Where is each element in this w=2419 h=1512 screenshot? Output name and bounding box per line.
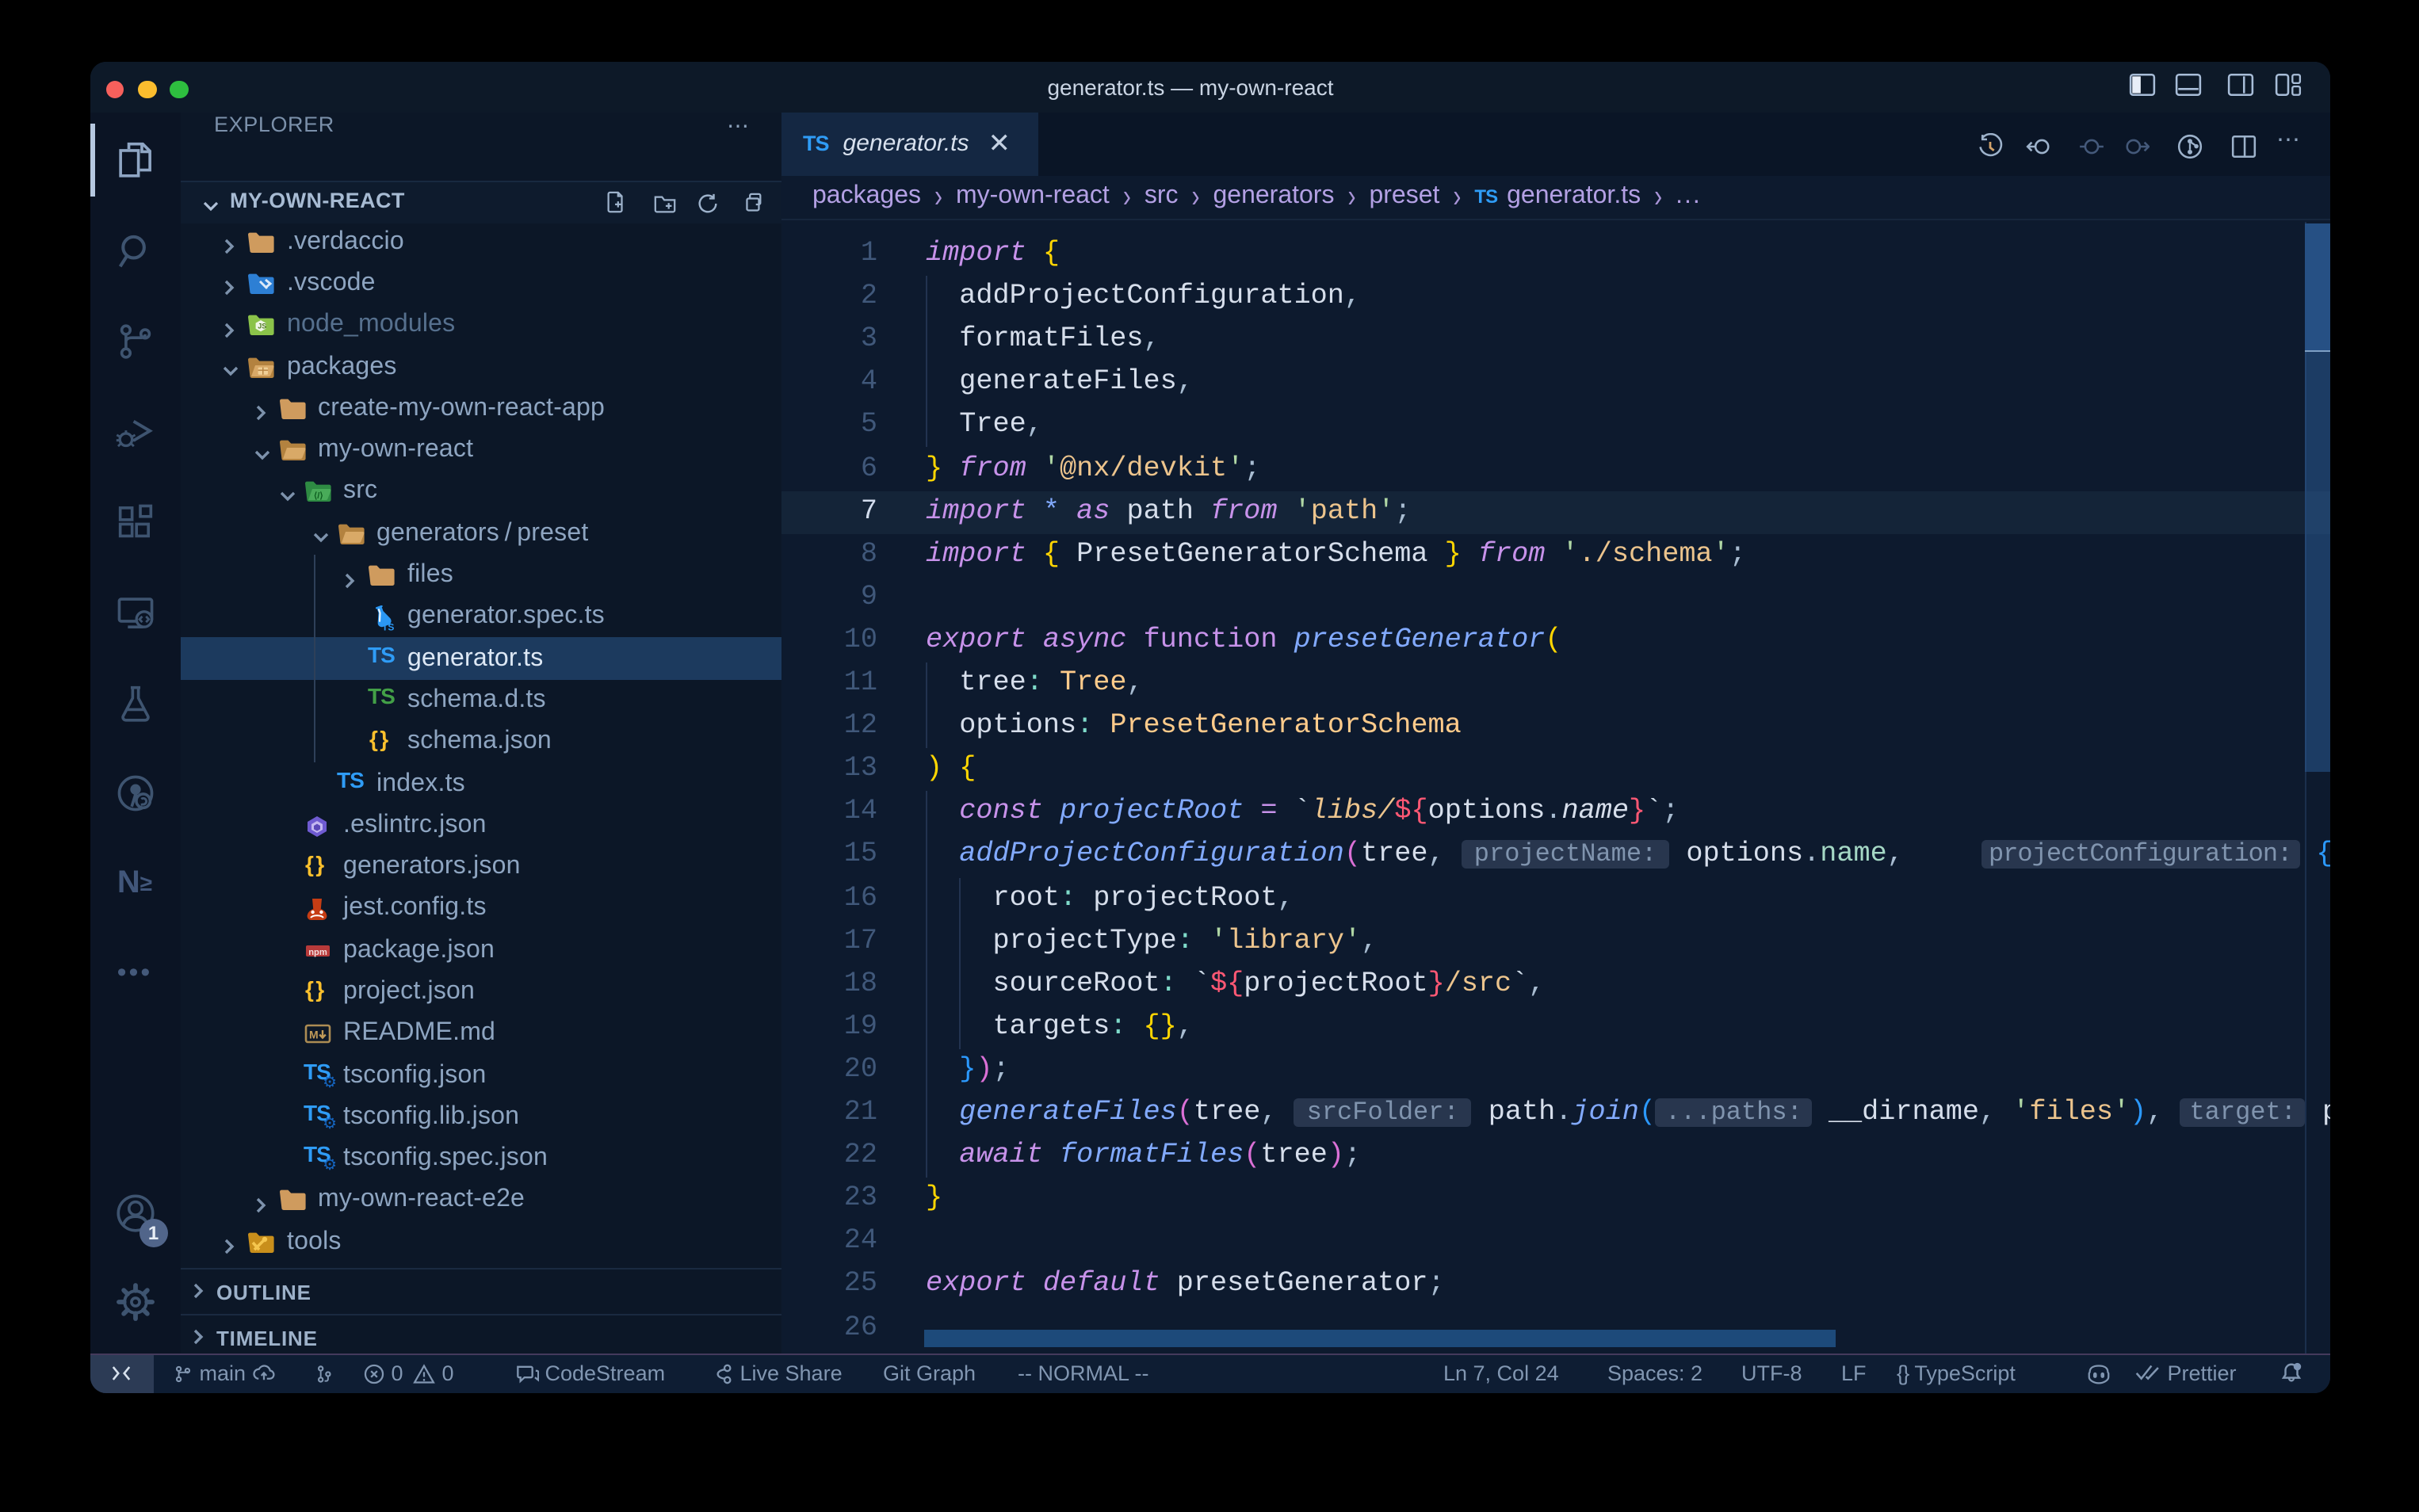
- svg-text:TS: TS: [382, 622, 394, 631]
- svg-text:⟨/⟩: ⟨/⟩: [313, 492, 323, 502]
- svg-text:M: M: [308, 1029, 318, 1041]
- svg-text:JS: JS: [258, 323, 266, 330]
- svg-text:npm: npm: [308, 947, 327, 956]
